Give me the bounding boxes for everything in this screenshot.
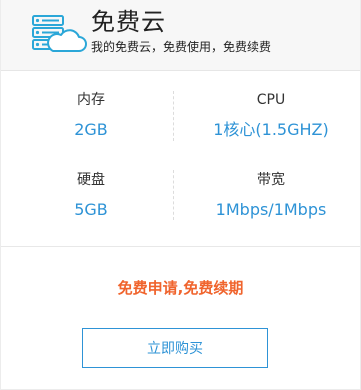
spec-cpu-label: CPU <box>256 92 286 108</box>
spec-cpu: CPU 1核心(1.5GHZ) <box>181 90 360 141</box>
spec-bandwidth: 带宽 1Mbps/1Mbps <box>181 170 360 221</box>
spec-divider <box>173 91 174 141</box>
buy-now-button[interactable]: 立即购买 <box>82 328 268 368</box>
spec-memory-label: 内存 <box>77 92 105 108</box>
page-title: 免费云 <box>91 8 166 36</box>
spec-disk-label: 硬盘 <box>77 172 105 188</box>
spec-disk-value: 5GB <box>74 200 108 219</box>
section-divider <box>1 246 360 247</box>
server-cloud-icon <box>31 14 87 54</box>
page-subtitle: 我的免费云，免费使用，免费续费 <box>91 40 272 54</box>
spec-divider <box>173 170 174 220</box>
spec-bandwidth-label: 带宽 <box>257 172 285 188</box>
spec-memory-value: 2GB <box>74 120 108 139</box>
spec-bandwidth-value: 1Mbps/1Mbps <box>215 200 327 219</box>
card-header: 免费云 我的免费云，免费使用，免费续费 <box>1 0 360 71</box>
promo-text: 免费申请,免费续期 <box>117 279 244 297</box>
spec-memory: 内存 2GB <box>1 90 181 141</box>
free-cloud-card: 免费云 我的免费云，免费使用，免费续费 内存 2GB CPU 1核心(1.5GH… <box>0 0 361 390</box>
spec-disk: 硬盘 5GB <box>1 170 181 221</box>
spec-cpu-value: 1核心(1.5GHZ) <box>213 120 329 139</box>
